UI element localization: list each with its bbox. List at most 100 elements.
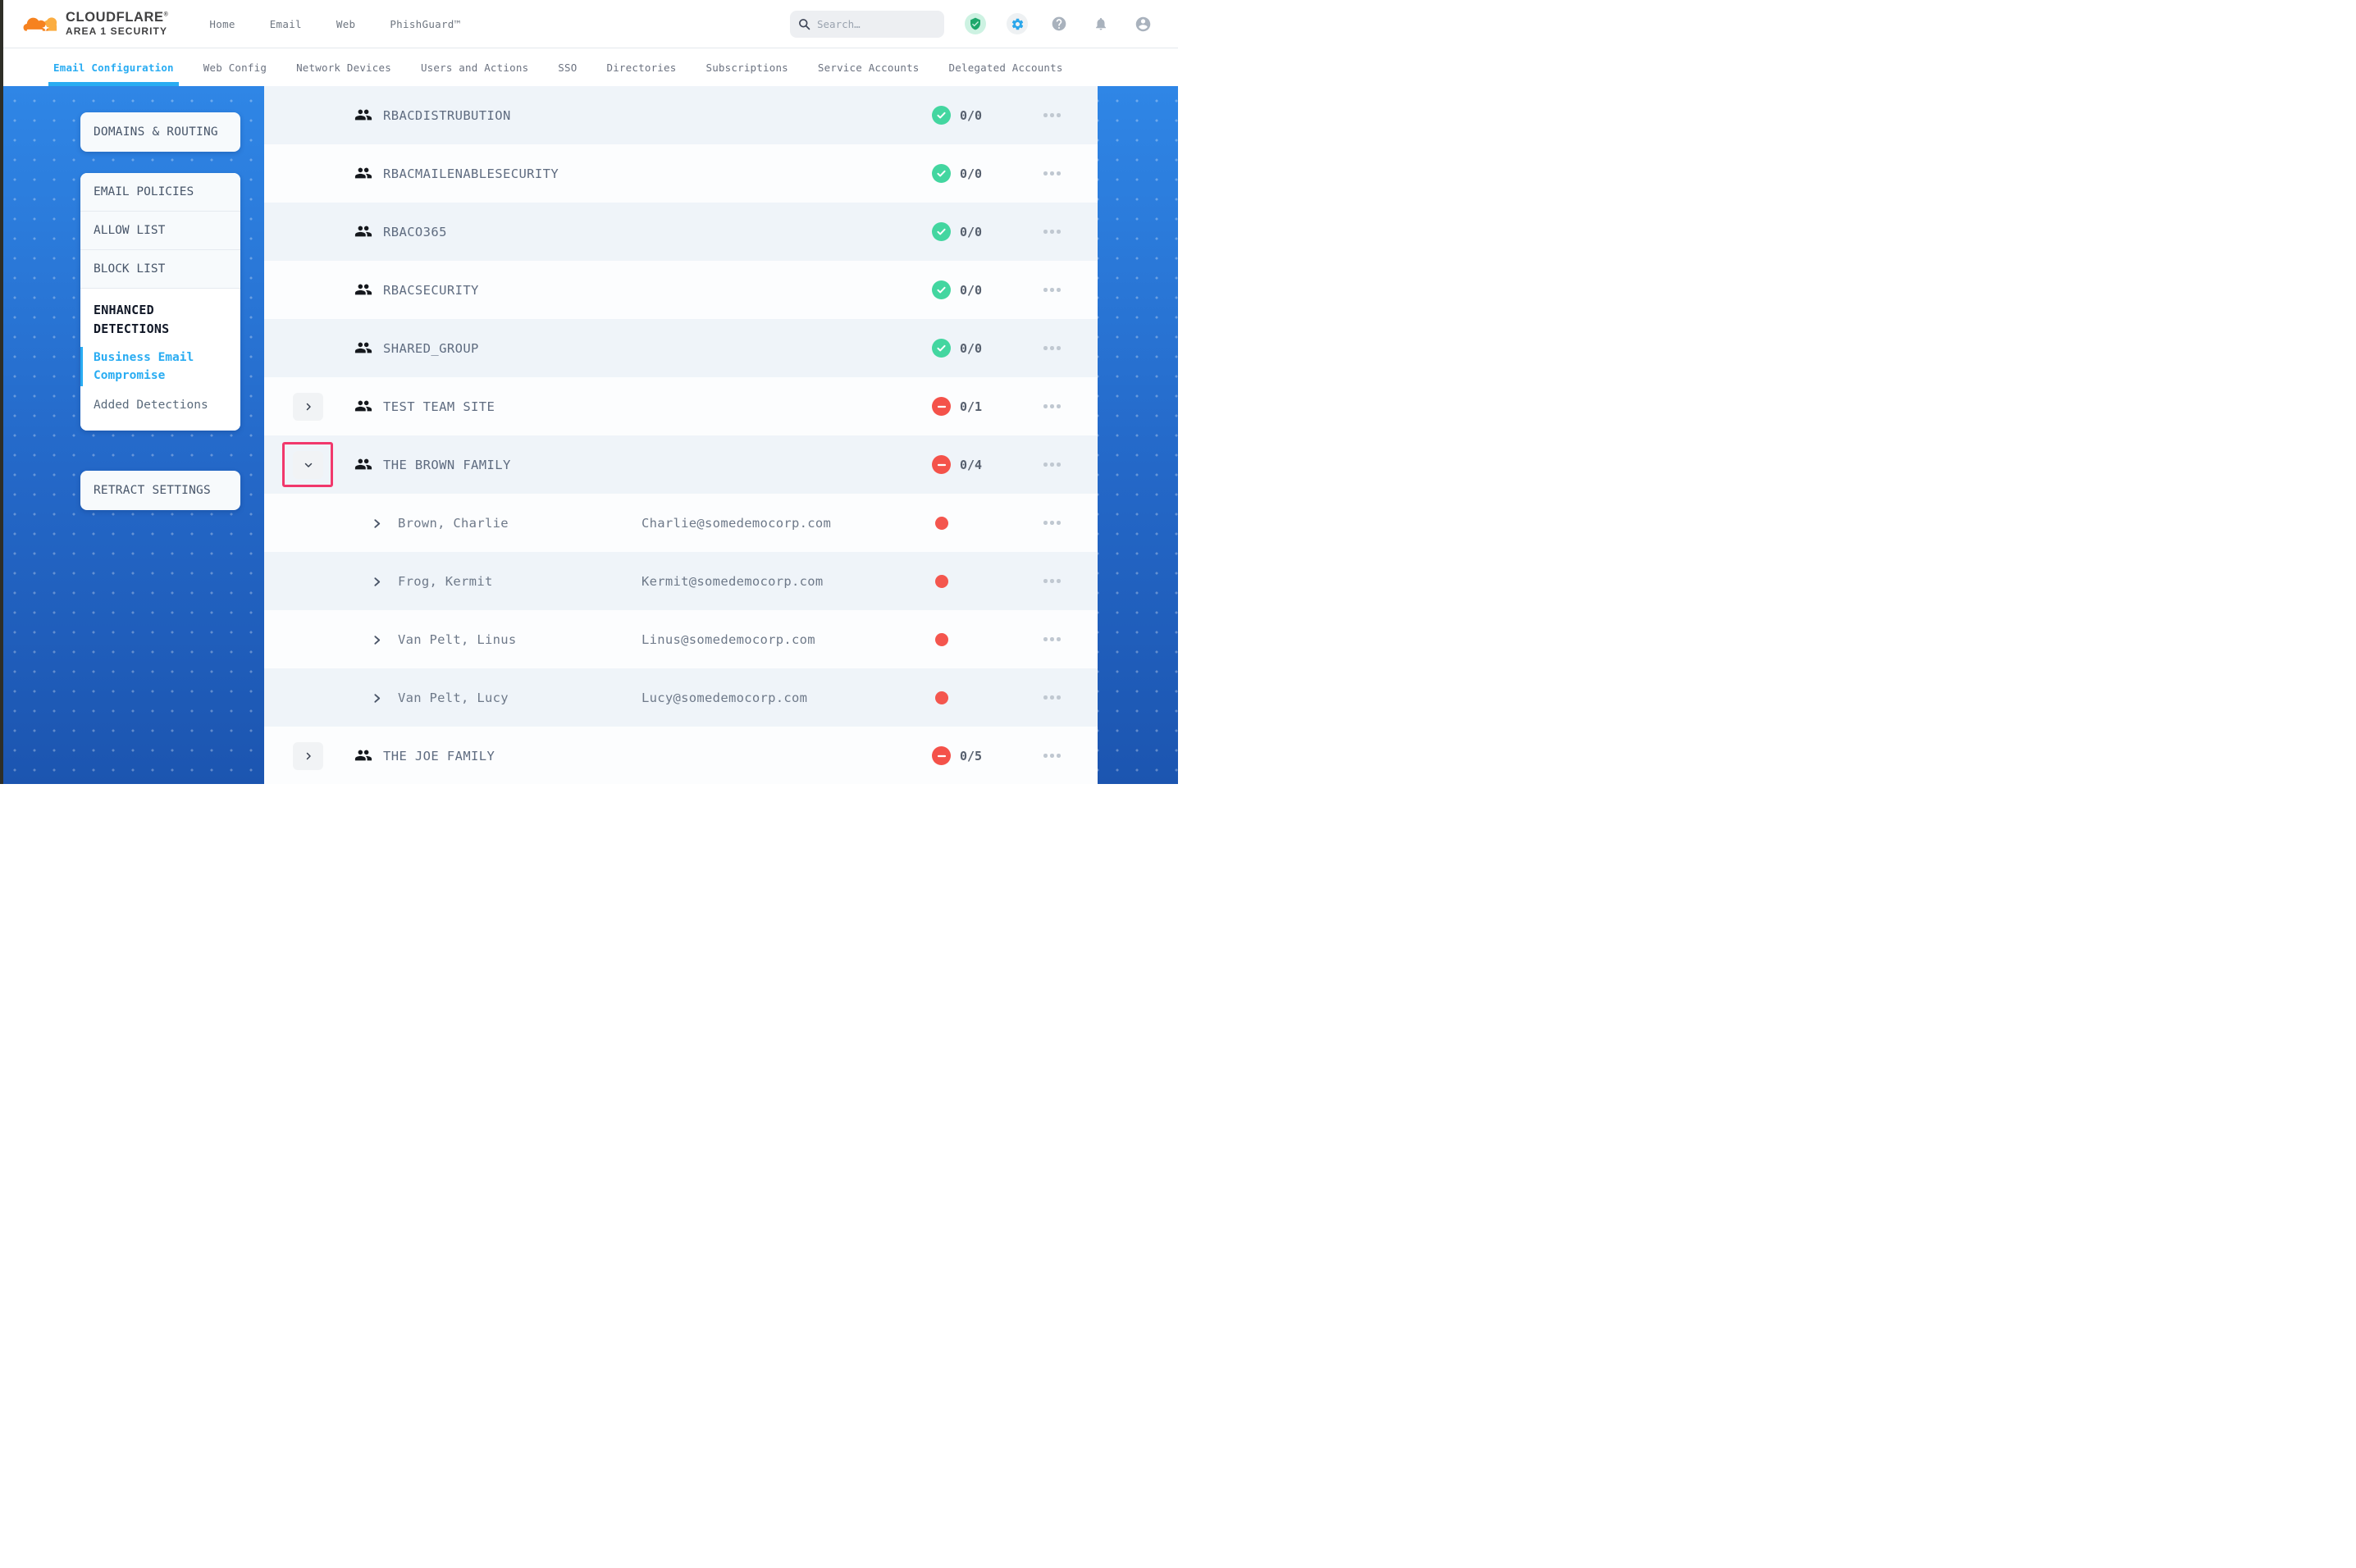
page-background: DOMAINS & ROUTING EMAIL POLICIES ALLOW L… xyxy=(0,86,1178,784)
global-search[interactable] xyxy=(790,11,944,38)
row-actions-menu[interactable] xyxy=(1043,261,1061,319)
tab-service-accounts[interactable]: Service Accounts xyxy=(818,48,920,86)
group-icon xyxy=(354,222,372,240)
tab-directories[interactable]: Directories xyxy=(606,48,676,86)
app-window: CLOUDFLARE® AREA 1 SECURITY Home Email Web… xyxy=(0,0,1178,784)
tab-email-configuration[interactable]: Email Configuration xyxy=(53,48,174,86)
cloudflare-cloud-icon xyxy=(23,11,59,36)
email-policies-label: EMAIL POLICIES xyxy=(94,185,194,198)
group-row: TEST TEAM SITE0/1 xyxy=(264,377,1098,435)
status-blocked-badge xyxy=(932,455,951,474)
top-header: CLOUDFLARE® AREA 1 SECURITY Home Email Web… xyxy=(0,0,1178,48)
tab-delegated-accounts[interactable]: Delegated Accounts xyxy=(949,48,1063,86)
member-chevron-icon[interactable] xyxy=(372,575,383,586)
annotation-highlight-box xyxy=(282,442,333,487)
row-actions-menu[interactable] xyxy=(1043,727,1061,784)
row-actions-menu[interactable] xyxy=(1043,203,1061,261)
group-row: THE BROWN FAMILY0/4 xyxy=(264,435,1098,494)
group-row: RBACDISTRUBUTION0/0 xyxy=(264,86,1098,144)
expand-group-button[interactable] xyxy=(293,742,323,770)
row-actions-menu[interactable] xyxy=(1043,319,1061,377)
member-name: Van Pelt, Lucy xyxy=(398,668,509,727)
search-icon xyxy=(798,18,810,30)
member-row: Frog, KermitKermit@somedemocorp.com xyxy=(264,552,1098,610)
sidebar-item-allow-list[interactable]: ALLOW LIST xyxy=(80,212,240,250)
member-row: Brown, CharlieCharlie@somedemocorp.com xyxy=(264,494,1098,552)
row-actions-menu[interactable] xyxy=(1043,552,1061,610)
group-name: RBACMAILENABLESECURITY xyxy=(383,144,559,203)
retract-settings-label: RETRACT SETTINGS xyxy=(94,484,211,497)
group-icon xyxy=(354,106,372,124)
nav-item-email[interactable]: Email xyxy=(270,18,302,30)
member-name: Frog, Kermit xyxy=(398,552,493,610)
screen-edge xyxy=(0,0,3,784)
status-ok-badge xyxy=(932,339,951,358)
status-ok-badge xyxy=(932,222,951,241)
group-row: RBACSECURITY 0/0 xyxy=(264,261,1098,319)
directory-groups-list: RBACDISTRUBUTION0/0RBACMAILENABLESECURIT… xyxy=(264,86,1098,784)
tab-users-and-actions[interactable]: Users and Actions xyxy=(421,48,528,86)
group-row: RBACO3650/0 xyxy=(264,203,1098,261)
status-blocked-dot xyxy=(935,517,948,530)
sidebar-item-email-policies[interactable]: EMAIL POLICIES xyxy=(80,173,240,212)
header-right-cluster xyxy=(790,11,1153,38)
shield-check-icon[interactable] xyxy=(965,13,986,34)
tab-subscriptions[interactable]: Subscriptions xyxy=(705,48,788,86)
member-email: Linus@somedemocorp.com xyxy=(642,610,815,668)
member-chevron-icon[interactable] xyxy=(372,517,383,528)
row-actions-menu[interactable] xyxy=(1043,610,1061,668)
sidebar-card-domains-routing[interactable]: DOMAINS & ROUTING xyxy=(80,112,240,152)
brand-wordmark: CLOUDFLARE® AREA 1 SECURITY xyxy=(66,11,168,37)
group-icon xyxy=(354,280,372,299)
member-chevron-icon[interactable] xyxy=(372,691,383,703)
group-name: RBACSECURITY xyxy=(383,261,479,319)
help-icon[interactable] xyxy=(1048,13,1070,34)
business-email-compromise-label: Business Email Compromise xyxy=(94,351,194,382)
row-actions-menu[interactable] xyxy=(1043,86,1061,144)
registered-mark: ® xyxy=(164,12,169,18)
sidebar-item-added-detections[interactable]: Added Detections xyxy=(94,396,229,414)
tab-sso[interactable]: SSO xyxy=(558,48,577,86)
status-blocked-dot xyxy=(935,633,948,646)
row-actions-menu[interactable] xyxy=(1043,494,1061,552)
nav-item-web[interactable]: Web xyxy=(336,18,355,30)
sidebar-item-block-list[interactable]: BLOCK LIST xyxy=(80,250,240,289)
member-count: 0/0 xyxy=(960,261,982,319)
nav-item-phishguard[interactable]: PhishGuard™ xyxy=(390,18,460,30)
row-actions-menu[interactable] xyxy=(1043,668,1061,727)
config-tabbar: Email Configuration Web Config Network Dev… xyxy=(0,48,1178,86)
member-count: 0/1 xyxy=(960,377,982,435)
member-name: Van Pelt, Linus xyxy=(398,610,516,668)
status-ok-badge xyxy=(932,106,951,125)
enhanced-detections-section: ENHANCED DETECTIONS Business Email Compr… xyxy=(80,289,240,431)
block-list-label: BLOCK LIST xyxy=(94,262,165,276)
account-icon[interactable] xyxy=(1132,13,1153,34)
allow-list-label: ALLOW LIST xyxy=(94,224,165,237)
row-actions-menu[interactable] xyxy=(1043,377,1061,435)
sidebar-item-business-email-compromise[interactable]: Business Email Compromise xyxy=(94,349,229,385)
group-icon xyxy=(354,746,372,764)
nav-item-home[interactable]: Home xyxy=(209,18,235,30)
enhanced-detections-title: ENHANCED DETECTIONS xyxy=(94,301,229,338)
member-chevron-icon[interactable] xyxy=(372,633,383,645)
member-name: Brown, Charlie xyxy=(398,494,509,552)
status-blocked-badge xyxy=(932,746,951,765)
group-name: THE JOE FAMILY xyxy=(383,727,495,784)
search-input[interactable] xyxy=(817,18,924,30)
bell-icon[interactable] xyxy=(1090,13,1112,34)
tab-network-devices[interactable]: Network Devices xyxy=(296,48,391,86)
row-actions-menu[interactable] xyxy=(1043,435,1061,494)
brand-name: CLOUDFLARE xyxy=(66,10,164,25)
group-row: THE JOE FAMILY0/5 xyxy=(264,727,1098,784)
cloudflare-logo[interactable]: CLOUDFLARE® AREA 1 SECURITY xyxy=(23,11,168,37)
primary-nav: Home Email Web PhishGuard™ xyxy=(209,18,460,30)
status-ok-badge xyxy=(932,280,951,299)
gear-icon[interactable] xyxy=(1007,13,1028,34)
status-ok-badge xyxy=(932,164,951,183)
sidebar-card-retract-settings[interactable]: RETRACT SETTINGS xyxy=(80,471,240,510)
expand-group-button[interactable] xyxy=(293,393,323,421)
status-blocked-dot xyxy=(935,691,948,704)
group-name: SHARED_GROUP xyxy=(383,319,479,377)
row-actions-menu[interactable] xyxy=(1043,144,1061,203)
tab-web-config[interactable]: Web Config xyxy=(203,48,267,86)
